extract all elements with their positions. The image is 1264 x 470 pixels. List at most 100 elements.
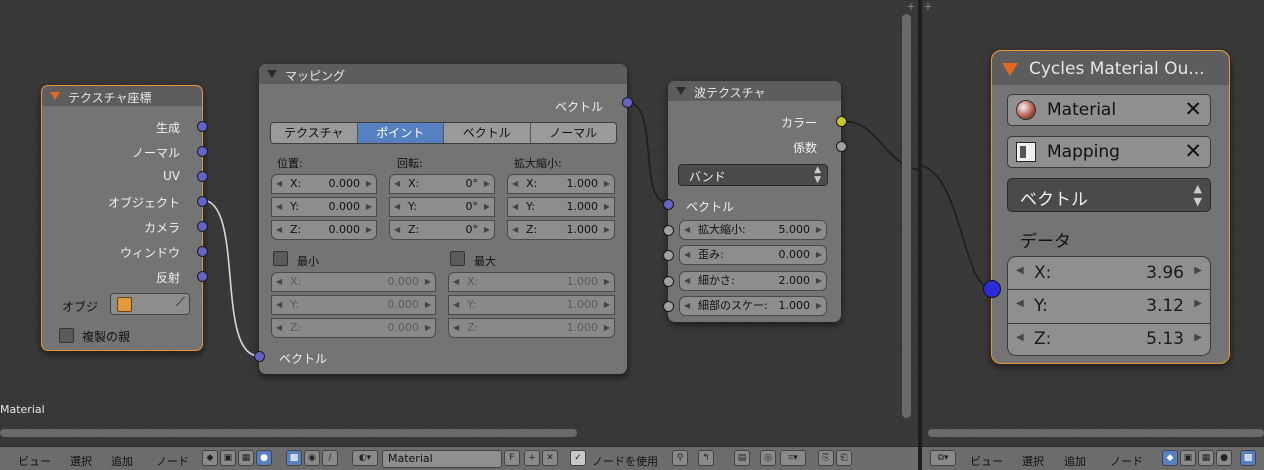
collapse-triangle-icon[interactable] xyxy=(267,70,277,78)
shader-tree-icon[interactable]: ◆ xyxy=(202,450,218,466)
min-y-field[interactable]: ◀ Y: 0.000 ▶ xyxy=(271,295,436,315)
pin-icon[interactable]: ⚲ xyxy=(672,450,688,466)
increment-arrow-icon[interactable]: ▶ xyxy=(484,198,490,216)
add-material-icon[interactable]: + xyxy=(524,450,540,466)
decrement-arrow-icon[interactable]: ◀ xyxy=(684,246,690,264)
location-z-field[interactable]: ◀ Z: 0.000 ▶ xyxy=(271,220,377,240)
close-icon[interactable]: ✕ xyxy=(1184,139,1202,163)
decrement-arrow-icon[interactable]: ◀ xyxy=(453,296,459,314)
copy-nodes-icon[interactable]: ⎘ xyxy=(818,450,834,466)
output-socket-uv[interactable] xyxy=(197,171,208,182)
increment-arrow-icon[interactable]: ▶ xyxy=(816,246,822,264)
collapse-triangle-icon[interactable] xyxy=(1002,63,1018,76)
input-socket-vector[interactable] xyxy=(663,199,674,210)
increment-arrow-icon[interactable]: ▶ xyxy=(604,273,610,291)
decrement-arrow-icon[interactable]: ◀ xyxy=(394,221,400,239)
data-z-field[interactable]: ◀ Z: 5.13 ▶ xyxy=(1007,324,1211,356)
backdrop-icon[interactable]: ▤ xyxy=(734,450,750,466)
mode-normal[interactable]: ノーマル xyxy=(530,123,616,143)
max-y-field[interactable]: ◀ Y: 1.000 ▶ xyxy=(448,295,615,315)
wave-texture-node[interactable]: 波テクスチャ カラー 係数 バンド ▲ ▼ ベクトル ◀ 拡大縮小: 5.000 ▶ ◀… xyxy=(663,81,847,322)
decrement-arrow-icon[interactable]: ◀ xyxy=(1016,332,1024,343)
object-shader-icon[interactable]: ▩ xyxy=(1240,450,1256,466)
rotation-z-field[interactable]: ◀ Z: 0° ▶ xyxy=(389,220,495,240)
increment-arrow-icon[interactable]: ▶ xyxy=(604,175,610,193)
decrement-arrow-icon[interactable]: ◀ xyxy=(453,273,459,291)
editor-type-icon[interactable]: ⧉▾ xyxy=(930,450,956,466)
decrement-arrow-icon[interactable]: ◀ xyxy=(276,175,282,193)
compositing-tree-icon[interactable]: ▣ xyxy=(220,450,236,466)
wave-type-dropdown[interactable]: バンド ▲ ▼ xyxy=(678,164,828,186)
node-header[interactable]: Cycles Material Ou... xyxy=(992,51,1229,85)
menu-view[interactable]: ビュー xyxy=(970,453,1003,469)
decrement-arrow-icon[interactable]: ◀ xyxy=(684,272,690,290)
texture-tree-icon[interactable]: ▦ xyxy=(238,450,254,466)
menu-add[interactable]: 追加 xyxy=(111,453,133,469)
node-editor-right[interactable]: + Cycles Material Ou... Material ✕ Mappi… xyxy=(922,0,1264,446)
area-split-plus-icon[interactable]: + xyxy=(905,1,917,13)
menu-node[interactable]: ノード xyxy=(1110,453,1143,469)
wave-distortion-field[interactable]: ◀ 歪み: 0.000 ▶ xyxy=(679,245,827,265)
material-output-node[interactable]: Cycles Material Ou... Material ✕ Mapping… xyxy=(983,50,1230,364)
snap-element-icon[interactable]: ⌗▾ xyxy=(780,450,806,466)
output-socket-generated[interactable] xyxy=(197,121,208,132)
increment-arrow-icon[interactable]: ▶ xyxy=(484,175,490,193)
object-field[interactable]: ⟋ xyxy=(110,293,190,315)
mode-texture[interactable]: テクスチャ xyxy=(271,123,358,143)
increment-arrow-icon[interactable]: ▶ xyxy=(816,272,822,290)
min-x-field[interactable]: ◀ X: 0.000 ▶ xyxy=(271,272,436,292)
vertical-scrollbar[interactable] xyxy=(902,14,911,418)
rotation-x-field[interactable]: ◀ X: 0° ▶ xyxy=(389,174,495,194)
decrement-arrow-icon[interactable]: ◀ xyxy=(512,221,518,239)
increment-arrow-icon[interactable]: ▶ xyxy=(604,296,610,314)
vector-type-dropdown[interactable]: ベクトル ▲ ▼ xyxy=(1007,178,1211,212)
decrement-arrow-icon[interactable]: ◀ xyxy=(512,198,518,216)
eyedropper-icon[interactable]: ⟋ xyxy=(176,295,185,310)
increment-arrow-icon[interactable]: ▶ xyxy=(366,198,372,216)
decrement-arrow-icon[interactable]: ◀ xyxy=(394,175,400,193)
horizontal-scrollbar[interactable] xyxy=(0,429,577,437)
output-socket-vector[interactable] xyxy=(622,97,633,108)
decrement-arrow-icon[interactable]: ◀ xyxy=(512,175,518,193)
collapse-triangle-icon[interactable] xyxy=(50,92,60,100)
increment-arrow-icon[interactable]: ▶ xyxy=(816,221,822,239)
mapping-node[interactable]: マッピング ベクトル テクスチャ ポイント ベクトル ノーマル 位置: 回転: … xyxy=(254,64,633,374)
increment-arrow-icon[interactable]: ▶ xyxy=(1194,265,1202,276)
output-socket-object[interactable] xyxy=(197,196,208,207)
paste-nodes-icon[interactable]: ⎗ xyxy=(836,450,852,466)
menu-node[interactable]: ノード xyxy=(156,453,189,469)
menu-select[interactable]: 選択 xyxy=(70,453,92,469)
input-socket-detail-scale[interactable] xyxy=(663,301,674,312)
decrement-arrow-icon[interactable]: ◀ xyxy=(394,198,400,216)
mapping-field[interactable]: Mapping ✕ xyxy=(1007,136,1211,168)
scale-x-field[interactable]: ◀ X: 1.000 ▶ xyxy=(507,174,615,194)
decrement-arrow-icon[interactable]: ◀ xyxy=(684,221,690,239)
compositing-tree-icon[interactable]: ▣ xyxy=(1180,450,1196,466)
use-nodes-checkbox[interactable]: ✓ xyxy=(570,450,586,466)
increment-arrow-icon[interactable]: ▶ xyxy=(604,221,610,239)
decrement-arrow-icon[interactable]: ◀ xyxy=(276,296,282,314)
menu-view[interactable]: ビュー xyxy=(18,453,51,469)
menu-add[interactable]: 追加 xyxy=(1064,453,1086,469)
scale-z-field[interactable]: ◀ Z: 1.000 ▶ xyxy=(507,220,615,240)
decrement-arrow-icon[interactable]: ◀ xyxy=(1016,298,1024,309)
increment-arrow-icon[interactable]: ▶ xyxy=(425,319,431,337)
output-socket-color[interactable] xyxy=(836,116,847,127)
texture-coordinate-node[interactable]: テクスチャ座標 生成 ノーマル UV オブジェクト カメラ ウィンドウ 反射 オ… xyxy=(41,85,208,351)
increment-arrow-icon[interactable]: ▶ xyxy=(604,319,610,337)
output-socket-normal[interactable] xyxy=(197,146,208,157)
decrement-arrow-icon[interactable]: ◀ xyxy=(276,319,282,337)
output-socket-reflection[interactable] xyxy=(197,271,208,282)
output-socket-window[interactable] xyxy=(197,246,208,257)
menu-select[interactable]: 選択 xyxy=(1022,453,1044,469)
input-socket-detail[interactable] xyxy=(663,276,674,287)
increment-arrow-icon[interactable]: ▶ xyxy=(425,273,431,291)
use-min-checkbox[interactable] xyxy=(273,251,288,266)
increment-arrow-icon[interactable]: ▶ xyxy=(816,297,822,315)
data-x-field[interactable]: ◀ X: 3.96 ▶ xyxy=(1007,256,1211,290)
mode-point[interactable]: ポイント xyxy=(357,123,444,143)
fake-user-button[interactable]: F xyxy=(504,450,520,466)
max-z-field[interactable]: ◀ Z: 1.000 ▶ xyxy=(448,318,615,338)
collapse-triangle-icon[interactable] xyxy=(676,87,686,95)
increment-arrow-icon[interactable]: ▶ xyxy=(604,198,610,216)
